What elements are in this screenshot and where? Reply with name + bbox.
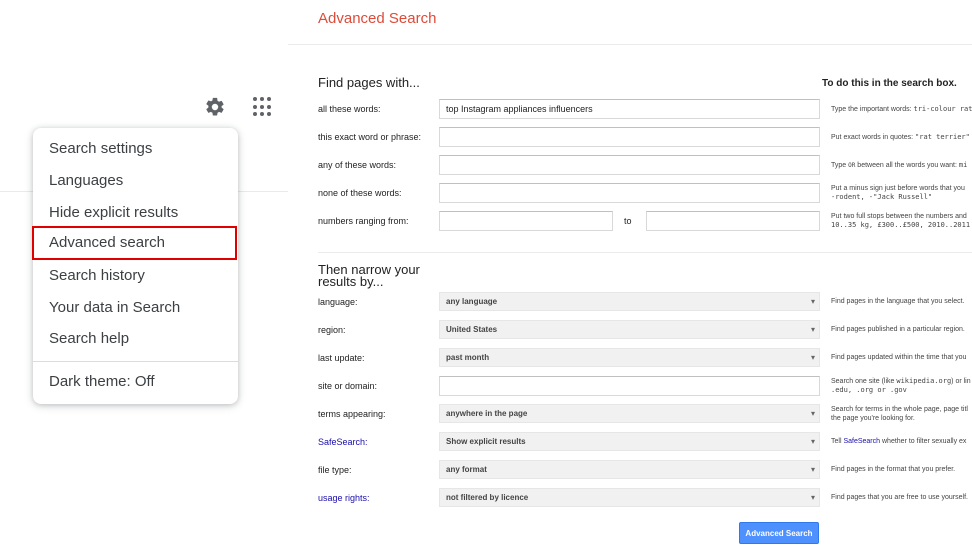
- none-words-tip: Put a minus sign just before words that …: [831, 185, 965, 201]
- menu-item-advanced-search[interactable]: Advanced search: [32, 226, 237, 260]
- all-words-label: all these words:: [318, 104, 381, 114]
- usage-rights-tip: Find pages that you are free to use your…: [831, 494, 968, 501]
- menu-item-dark-theme[interactable]: Dark theme: Off: [33, 367, 238, 397]
- chevron-down-icon: ▾: [810, 465, 815, 474]
- search-box-note: To do this in the search box.: [822, 78, 957, 89]
- gear-icon-graphic: [206, 97, 224, 116]
- find-section-title: Find pages with...: [318, 75, 420, 90]
- range-to-input[interactable]: [646, 211, 820, 231]
- narrow-section-title: Then narrow your results by...: [318, 262, 420, 289]
- safesearch-select[interactable]: Show explicit results ▾: [439, 432, 820, 451]
- region-label: region:: [318, 325, 346, 335]
- any-words-tip: Type OR between all the words you want: …: [831, 161, 968, 169]
- usage-rights-select[interactable]: not filtered by licence ▾: [439, 488, 820, 507]
- chevron-down-icon: ▾: [810, 493, 815, 502]
- terms-appearing-label: terms appearing:: [318, 409, 386, 419]
- exact-phrase-label: this exact word or phrase:: [318, 132, 422, 142]
- menu-item-search-settings[interactable]: Search settings: [33, 134, 238, 164]
- menu-item-your-data[interactable]: Your data in Search: [33, 293, 238, 323]
- none-words-label: none of these words:: [318, 188, 402, 198]
- last-update-select[interactable]: past month ▾: [439, 348, 820, 367]
- range-to-label: to: [624, 216, 632, 226]
- chevron-down-icon: ▾: [810, 297, 815, 306]
- title-divider: [288, 44, 972, 45]
- chevron-down-icon: ▾: [810, 437, 815, 446]
- range-from-input[interactable]: [439, 211, 613, 231]
- numbers-range-tip: Put two full stops between the numbers a…: [831, 213, 971, 229]
- terms-appearing-tip: Search for terms in the whole page, page…: [831, 406, 968, 422]
- language-label: language:: [318, 297, 358, 307]
- terms-appearing-select[interactable]: anywhere in the page ▾: [439, 404, 820, 423]
- file-type-tip: Find pages in the format that you prefer…: [831, 466, 956, 473]
- region-select[interactable]: United States ▾: [439, 320, 820, 339]
- any-words-input[interactable]: [439, 155, 820, 175]
- file-type-select[interactable]: any format ▾: [439, 460, 820, 479]
- site-domain-tip: Search one site (like wikipedia.org) or …: [831, 377, 971, 394]
- chevron-down-icon: ▾: [810, 353, 815, 362]
- last-update-tip: Find pages updated within the time that …: [831, 354, 967, 361]
- numbers-range-label: numbers ranging from:: [318, 216, 409, 226]
- none-words-input[interactable]: [439, 183, 820, 203]
- language-tip: Find pages in the language that you sele…: [831, 298, 965, 305]
- menu-item-search-help[interactable]: Search help: [33, 324, 238, 354]
- last-update-label: last update:: [318, 353, 365, 363]
- gear-icon[interactable]: [204, 96, 226, 118]
- site-domain-input[interactable]: [439, 376, 820, 396]
- safesearch-tip-link[interactable]: SafeSearch: [843, 438, 880, 445]
- safesearch-tip: Tell SafeSearch whether to filter sexual…: [831, 438, 967, 445]
- all-words-input[interactable]: top Instagram appliances influencers: [439, 99, 820, 119]
- menu-item-search-history[interactable]: Search history: [33, 261, 238, 291]
- language-select[interactable]: any language ▾: [439, 292, 820, 311]
- chevron-down-icon: ▾: [810, 409, 815, 418]
- safesearch-link[interactable]: SafeSearch:: [318, 437, 368, 447]
- file-type-label: file type:: [318, 465, 352, 475]
- usage-rights-link[interactable]: usage rights:: [318, 493, 370, 503]
- section-divider: [318, 252, 972, 253]
- region-tip: Find pages published in a particular reg…: [831, 326, 965, 333]
- any-words-label: any of these words:: [318, 160, 397, 170]
- all-words-tip: Type the important words: tri-colour rat: [831, 105, 972, 113]
- site-domain-label: site or domain:: [318, 381, 378, 391]
- exact-phrase-tip: Put exact words in quotes: "rat terrier": [831, 133, 970, 141]
- menu-item-languages[interactable]: Languages: [33, 166, 238, 196]
- grid-icon[interactable]: [253, 97, 273, 117]
- menu-item-hide-explicit[interactable]: Hide explicit results: [33, 198, 238, 228]
- page-title: Advanced Search: [318, 10, 437, 27]
- exact-phrase-input[interactable]: [439, 127, 820, 147]
- advanced-search-button[interactable]: Advanced Search: [739, 522, 819, 544]
- chevron-down-icon: ▾: [810, 325, 815, 334]
- menu-divider: [33, 361, 238, 362]
- settings-menu: Search settings Languages Hide explicit …: [32, 128, 238, 404]
